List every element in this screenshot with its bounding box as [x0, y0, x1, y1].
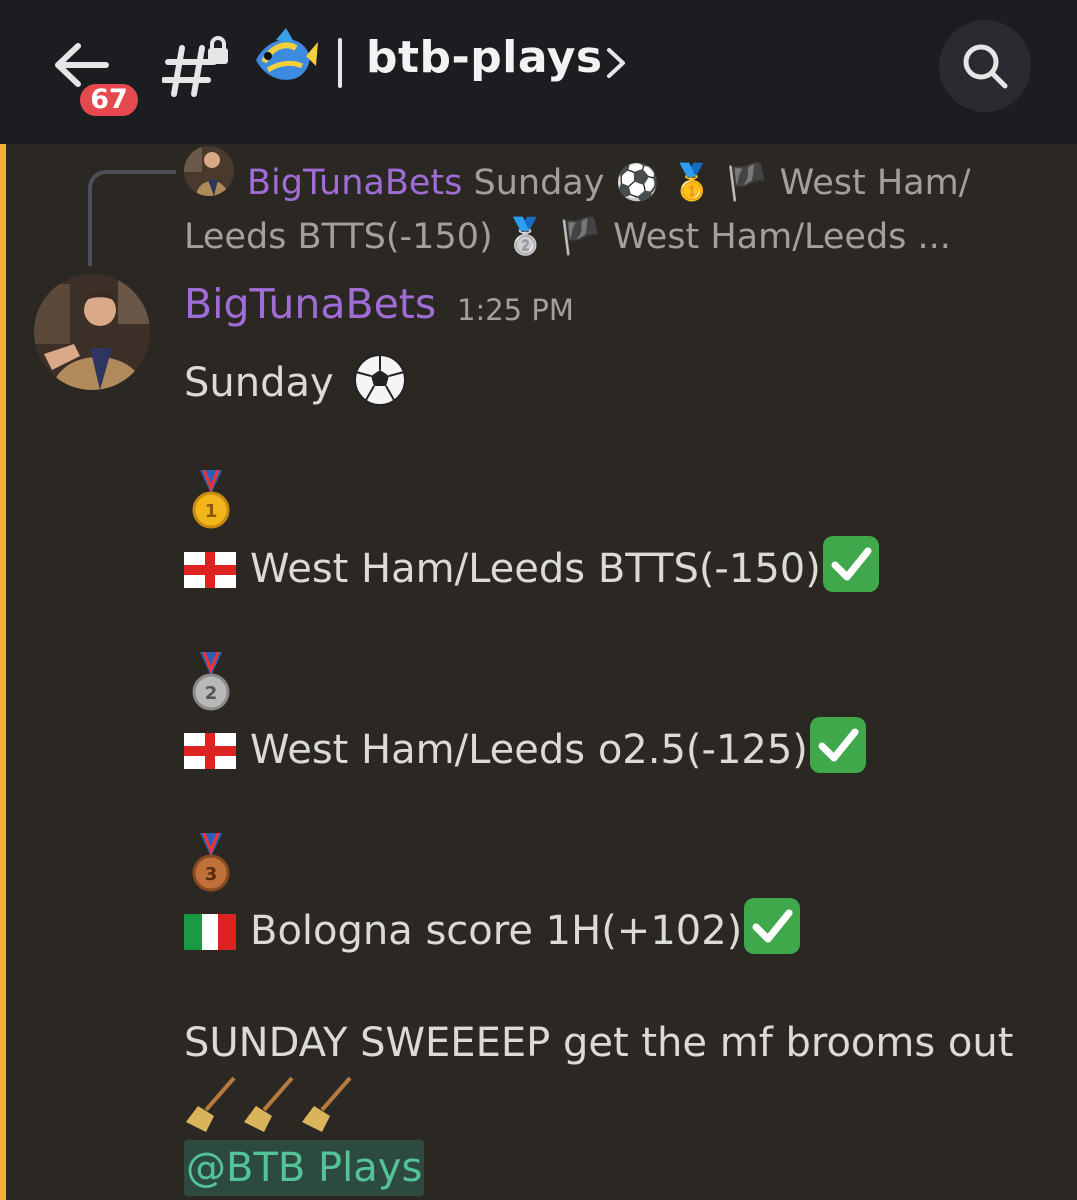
unread-badge: 67: [76, 80, 142, 120]
play-2: West Ham/Leeds o2.5(-125): [184, 717, 866, 773]
silver-medal-icon: 2: [192, 652, 230, 711]
message-line-sunday: Sunday: [184, 352, 408, 408]
locked-channel-icon: [161, 34, 232, 98]
check-icon: [822, 536, 879, 592]
avatar[interactable]: [34, 274, 150, 390]
england-flag-icon: [184, 733, 236, 769]
england-flag-icon: [184, 552, 236, 588]
play-2-text: West Ham/Leeds o2.5(-125): [250, 727, 808, 773]
play-3: Bologna score 1H(+102): [184, 898, 801, 954]
search-button[interactable]: [939, 20, 1031, 112]
broom-icon: [186, 1076, 352, 1132]
tropical-fish-icon: [250, 26, 320, 88]
bronze-medal-icon: 3: [192, 833, 230, 892]
play-3-text: Bologna score 1H(+102): [250, 908, 743, 954]
role-mention[interactable]: @BTB Plays: [184, 1140, 425, 1196]
reply-connector: [88, 170, 176, 266]
broom-icons: [184, 1076, 360, 1146]
highlight-accent-bar: [0, 144, 6, 1200]
svg-text:3: 3: [205, 864, 218, 885]
channel-name[interactable]: btb-plays: [366, 32, 603, 83]
reply-preview-line1: Sunday ⚽ 🥇 🏴 West Ham/: [473, 163, 971, 203]
check-icon: [809, 717, 866, 773]
play-1-text: West Ham/Leeds BTTS(-150): [250, 546, 821, 592]
reply-preview-line2: Leeds BTTS(-150) 🥈 🏴 West Ham/Leeds ...: [184, 217, 951, 257]
sunday-text: Sunday: [184, 360, 334, 406]
message-author[interactable]: BigTunaBets: [184, 280, 436, 328]
closing-line: SUNDAY SWEEEEP get the mf brooms out: [184, 1020, 1014, 1066]
reply-preview[interactable]: BigTunaBets Sunday ⚽ 🥇 🏴 West Ham/ Leeds…: [184, 156, 1024, 264]
header-divider: [338, 38, 342, 88]
search-icon: [963, 44, 1008, 89]
gold-medal-icon: 1: [192, 470, 230, 529]
chevron-right-icon[interactable]: [603, 44, 629, 82]
italy-flag-icon: [184, 914, 236, 950]
channel-header: 67 btb-plays: [0, 0, 1077, 144]
message-timestamp: 1:25 PM: [457, 293, 574, 327]
svg-text:1: 1: [205, 501, 218, 522]
soccer-ball-icon: [354, 354, 407, 406]
check-icon: [744, 898, 801, 954]
play-1: West Ham/Leeds BTTS(-150): [184, 536, 879, 592]
reply-author[interactable]: BigTunaBets: [247, 163, 462, 203]
svg-text:2: 2: [205, 683, 218, 704]
